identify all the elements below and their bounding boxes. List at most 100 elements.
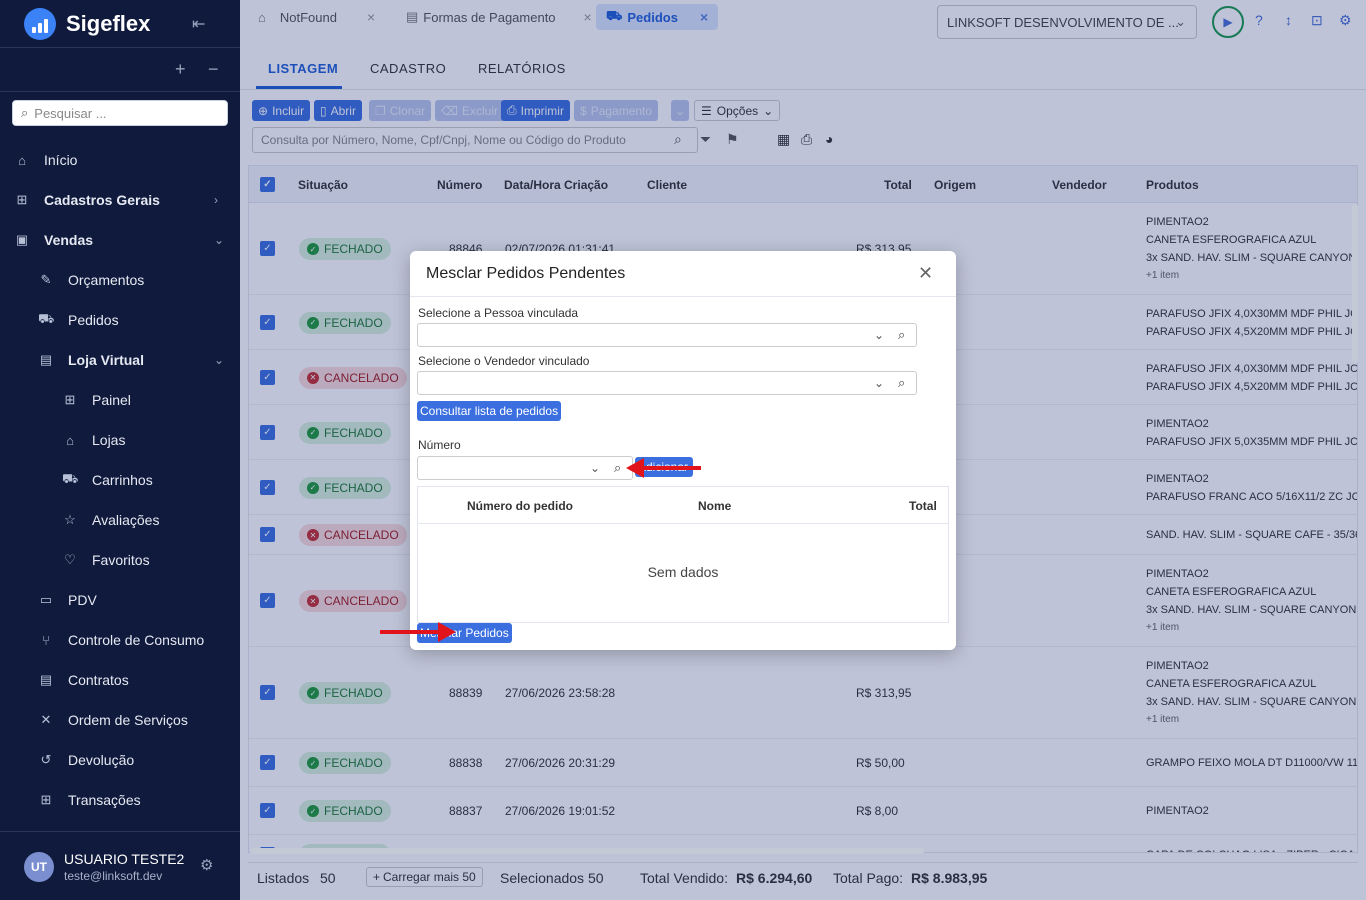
- bag-icon: ▣: [15, 232, 29, 247]
- chevron-down-icon[interactable]: ⌄: [214, 353, 224, 367]
- col-numero-pedido[interactable]: Número do pedido: [467, 499, 573, 513]
- user-settings-icon[interactable]: ⚙: [200, 856, 213, 874]
- search-icon: ⌕: [21, 105, 29, 120]
- search-icon[interactable]: ⌕: [898, 375, 905, 391]
- sidebar-item[interactable]: ↺ Devolução: [0, 740, 240, 780]
- sidebar-item-label: Favoritos: [92, 552, 150, 568]
- modal-table-header: Número do pedido Nome Total: [418, 487, 948, 524]
- sidebar-item-label: Devolução: [68, 752, 135, 768]
- store-card-icon: ▤: [39, 352, 53, 367]
- consultar-pedidos-button[interactable]: Consultar lista de pedidos: [417, 401, 562, 421]
- user-panel: UT USUARIO TESTE2 teste@linksoft.dev ⚙: [0, 831, 240, 900]
- sidebar-item[interactable]: ⌂ Lojas: [0, 420, 240, 460]
- user-email: teste@linksoft.dev: [64, 869, 163, 883]
- sidebar-menu: ⌂ Início ⊞ Cadastros Gerais › ▣ Vendas ⌄ ✎ Orçame…: [0, 140, 240, 820]
- horizontal-scrollbar[interactable]: [250, 848, 924, 854]
- merge-orders-modal: Mesclar Pedidos Pendentes ✕ Selecione a …: [410, 251, 956, 650]
- annotation-arrow-right: [380, 630, 440, 634]
- collapse-sidebar-icon[interactable]: ⇤: [192, 14, 205, 34]
- user-name: USUARIO TESTE2: [64, 851, 185, 867]
- avatar[interactable]: UT: [24, 852, 54, 882]
- modal-header: Mesclar Pedidos Pendentes ✕: [410, 251, 956, 297]
- sidebar-item[interactable]: ▣ Vendas ⌄: [0, 220, 240, 260]
- orders-to-merge-table: Número do pedido Nome Total Sem dados: [417, 486, 949, 623]
- sidebar-item[interactable]: ✕ Ordem de Serviços: [0, 700, 240, 740]
- app-name: Sigeflex: [66, 10, 151, 36]
- sidebar-item-label: Orçamentos: [68, 272, 145, 288]
- sidebar-item[interactable]: ♡ Favoritos: [0, 540, 240, 580]
- sidebar-item[interactable]: ⛟ Carrinhos: [0, 460, 240, 500]
- chevron-right-icon[interactable]: ›: [214, 193, 218, 207]
- sidebar-item-label: Carrinhos: [92, 472, 153, 488]
- document-icon: ▤: [39, 672, 53, 687]
- sidebar-item-label: Ordem de Serviços: [68, 712, 188, 728]
- search-icon[interactable]: ⌕: [898, 327, 905, 343]
- sidebar-item[interactable]: ☆ Avaliações: [0, 500, 240, 540]
- sidebar-search-placeholder: Pesquisar ...: [34, 105, 107, 121]
- dashboard-icon: ⊞: [64, 392, 76, 407]
- chevron-down-icon[interactable]: ⌄: [874, 328, 884, 342]
- chevron-down-icon[interactable]: ⌄: [874, 376, 884, 390]
- star-icon: ☆: [64, 512, 76, 527]
- modal-title: Mesclar Pedidos Pendentes: [426, 265, 626, 282]
- logo-icon: [24, 7, 56, 40]
- return-icon: ↺: [40, 752, 52, 767]
- sidebar-item-label: Início: [44, 152, 78, 168]
- annotation-arrow-right-head: [438, 622, 456, 642]
- search-icon[interactable]: ⌕: [614, 460, 621, 476]
- chevron-down-icon[interactable]: ⌄: [214, 233, 224, 247]
- vendedor-select[interactable]: ⌄ ⌕: [417, 371, 917, 395]
- annotation-arrow-left: [643, 466, 701, 470]
- sidebar-item-label: Vendas: [44, 232, 94, 248]
- shop-icon: ⌂: [66, 432, 74, 448]
- close-icon[interactable]: ✕: [918, 263, 933, 284]
- empty-state: Sem dados: [647, 564, 719, 580]
- sidebar-search-input[interactable]: ⌕ Pesquisar ...: [12, 100, 228, 126]
- sidebar-actions: + −: [0, 48, 240, 92]
- sidebar: Sigeflex ⇤ + − ⌕ Pesquisar ... ⌂ Início ⊞ C…: [0, 0, 240, 900]
- transactions-icon: ⊞: [40, 792, 52, 807]
- cart-icon: ⛟: [38, 311, 55, 326]
- sidebar-item-label: Painel: [92, 392, 131, 408]
- annotation-arrow-left-head: [626, 458, 644, 478]
- heart-icon: ♡: [64, 552, 76, 567]
- monitor-icon: ▭: [39, 592, 53, 607]
- numero-select[interactable]: ⌄ ⌕: [417, 456, 633, 480]
- sidebar-item[interactable]: ▤ Contratos: [0, 660, 240, 700]
- vertical-scrollbar[interactable]: [1352, 204, 1358, 364]
- col-nome[interactable]: Nome: [698, 499, 731, 513]
- collapse-all-button[interactable]: −: [208, 59, 219, 80]
- chevron-down-icon[interactable]: ⌄: [590, 461, 600, 475]
- sidebar-item-label: Lojas: [92, 432, 126, 448]
- sidebar-item-label: PDV: [68, 592, 97, 608]
- sidebar-item-label: Cadastros Gerais: [44, 192, 160, 208]
- sidebar-item[interactable]: ⛟ Pedidos: [0, 300, 240, 340]
- cutlery-icon: ⑂: [42, 632, 50, 648]
- pessoa-label: Selecione a Pessoa vinculada: [418, 306, 579, 320]
- sidebar-item[interactable]: ⊞ Transações: [0, 780, 240, 820]
- app-root: Sigeflex ⇤ + − ⌕ Pesquisar ... ⌂ Início ⊞ C…: [0, 0, 1366, 900]
- sidebar-item[interactable]: ⊞ Cadastros Gerais ›: [0, 180, 240, 220]
- sidebar-item-label: Pedidos: [68, 312, 119, 328]
- sidebar-item-label: Loja Virtual: [68, 352, 144, 368]
- vendedor-label: Selecione o Vendedor vinculado: [418, 354, 590, 368]
- edit-icon: ✎: [40, 272, 52, 287]
- sidebar-item[interactable]: ⊞ Painel: [0, 380, 240, 420]
- numero-label: Número: [418, 438, 461, 452]
- col-total[interactable]: Total: [909, 499, 937, 513]
- sidebar-item[interactable]: ▭ PDV: [0, 580, 240, 620]
- tools-icon: ✕: [40, 712, 52, 727]
- sidebar-item[interactable]: ✎ Orçamentos: [0, 260, 240, 300]
- sidebar-item-label: Transações: [68, 792, 141, 808]
- cart-icon: ⛟: [62, 471, 79, 486]
- grid-icon: ⊞: [16, 192, 28, 207]
- sidebar-item-label: Controle de Consumo: [68, 632, 205, 648]
- home-icon: ⌂: [18, 152, 26, 168]
- sidebar-item-label: Avaliações: [92, 512, 160, 528]
- sidebar-item[interactable]: ▤ Loja Virtual ⌄: [0, 340, 240, 380]
- expand-all-button[interactable]: +: [175, 59, 186, 80]
- sidebar-item[interactable]: ⑂ Controle de Consumo: [0, 620, 240, 660]
- sidebar-item[interactable]: ⌂ Início: [0, 140, 240, 180]
- sidebar-item-label: Contratos: [68, 672, 129, 688]
- pessoa-select[interactable]: ⌄ ⌕: [417, 323, 917, 347]
